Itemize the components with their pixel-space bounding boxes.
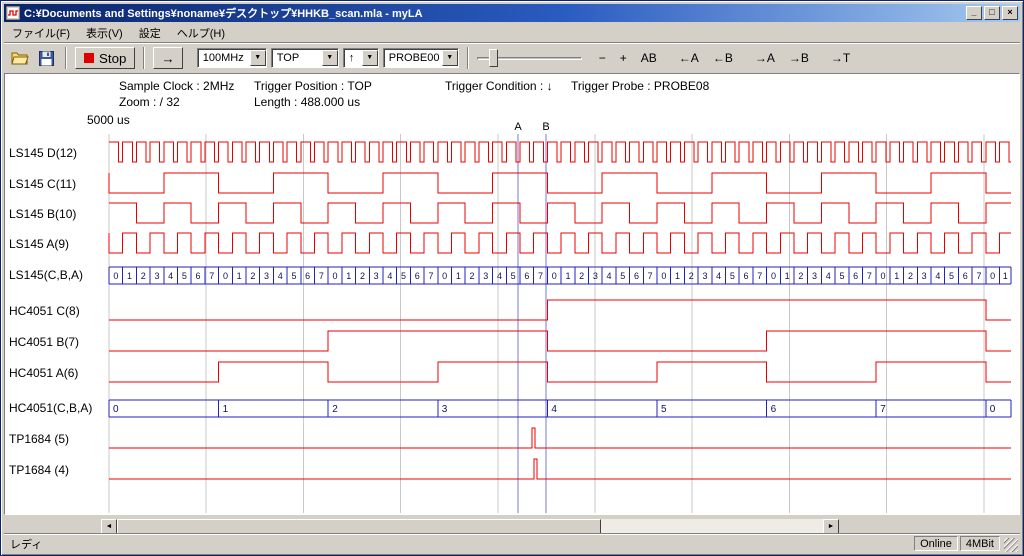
bus-value: 3	[922, 271, 927, 281]
bus-value: 0	[333, 271, 338, 281]
bus-value: 4	[168, 271, 173, 281]
bus-value: 2	[141, 271, 146, 281]
status-ready-text: レディ	[10, 536, 42, 552]
bus-value: 6	[634, 271, 639, 281]
bus-value: 3	[812, 271, 817, 281]
bus-value: 4	[607, 271, 612, 281]
bus-value: 4	[826, 271, 831, 281]
bus-value: 2	[250, 271, 255, 281]
bus-value: 6	[771, 404, 777, 415]
bus-value: 2	[798, 271, 803, 281]
bus-value: 1	[237, 271, 242, 281]
status-memory-badge: 4MBit	[960, 536, 1000, 551]
bus-value: 1	[127, 271, 132, 281]
waveform-plot[interactable]: AB01234567012345670123456701234567012345…	[1, 1, 1024, 556]
resize-grip[interactable]	[1004, 538, 1018, 552]
cursor-label: A	[514, 121, 522, 133]
bus-value: 4	[497, 271, 502, 281]
waveform-trace	[109, 233, 1011, 253]
bus-value: 6	[415, 271, 420, 281]
bus-value: 3	[483, 271, 488, 281]
bus-value: 5	[182, 271, 187, 281]
bus-value: 5	[730, 271, 735, 281]
app-window: C:¥Documents and Settings¥noname¥デスクトップ¥…	[0, 0, 1024, 556]
bus-value: 7	[880, 404, 886, 415]
bus-value: 1	[456, 271, 461, 281]
bus-value: 5	[620, 271, 625, 281]
bus-value: 2	[332, 404, 338, 415]
bus-value: 7	[209, 271, 214, 281]
bus-value: 1	[223, 404, 229, 415]
bus-value: 0	[771, 271, 776, 281]
bus-value: 0	[990, 404, 996, 415]
bus-value: 3	[593, 271, 598, 281]
waveform-trace	[109, 300, 1011, 320]
bus-value: 3	[154, 271, 159, 281]
waveform-trace	[109, 203, 1011, 223]
bus-value: 2	[470, 271, 475, 281]
bus-value: 1	[1003, 271, 1008, 281]
bus-value: 5	[949, 271, 954, 281]
bus-value: 2	[579, 271, 584, 281]
bus-value: 7	[428, 271, 433, 281]
bus-value: 5	[291, 271, 296, 281]
waveform-trace	[109, 331, 1011, 351]
bus-value: 3	[264, 271, 269, 281]
bus-value: 6	[305, 271, 310, 281]
bus-value: 6	[196, 271, 201, 281]
status-online-badge: Online	[914, 536, 958, 551]
bus-value: 4	[387, 271, 392, 281]
bus-value: 1	[785, 271, 790, 281]
bus-value: 7	[538, 271, 543, 281]
bus-value: 4	[551, 404, 557, 415]
bus-value: 1	[565, 271, 570, 281]
waveform-trace	[109, 428, 1011, 448]
bus-value: 0	[113, 271, 118, 281]
bus-value: 0	[990, 271, 995, 281]
bus-value: 0	[442, 271, 447, 281]
bus-value: 3	[442, 404, 448, 415]
bus-value: 0	[881, 271, 886, 281]
waveform-trace	[109, 173, 1011, 193]
bus-value: 7	[648, 271, 653, 281]
bus-value: 6	[853, 271, 858, 281]
bus-value: 3	[374, 271, 379, 281]
bus-value: 3	[702, 271, 707, 281]
status-bar: レディ Online 4MBit	[4, 533, 1020, 552]
bus-value: 6	[744, 271, 749, 281]
waveform-trace	[109, 362, 1011, 382]
bus-value: 2	[360, 271, 365, 281]
bus-value: 6	[963, 271, 968, 281]
waveform-trace	[109, 459, 1011, 479]
bus-value: 7	[867, 271, 872, 281]
cursor-label: B	[542, 121, 549, 133]
bus-value: 2	[689, 271, 694, 281]
bus-value: 4	[716, 271, 721, 281]
bus-value: 6	[524, 271, 529, 281]
bus-value: 1	[675, 271, 680, 281]
bus-value: 4	[278, 271, 283, 281]
bus-value: 4	[935, 271, 940, 281]
bus-value: 7	[319, 271, 324, 281]
bus-value: 7	[976, 271, 981, 281]
bus-value: 0	[223, 271, 228, 281]
bus-value: 1	[894, 271, 899, 281]
bus-value: 5	[401, 271, 406, 281]
bus-value: 7	[757, 271, 762, 281]
bus-value: 0	[661, 271, 666, 281]
bus-value: 1	[346, 271, 351, 281]
bus-value: 5	[511, 271, 516, 281]
bus-value: 2	[908, 271, 913, 281]
bus-value: 5	[839, 271, 844, 281]
bus-value: 0	[552, 271, 557, 281]
waveform-trace	[109, 142, 1011, 162]
bus-value: 0	[113, 404, 119, 415]
bus-value: 5	[661, 404, 667, 415]
